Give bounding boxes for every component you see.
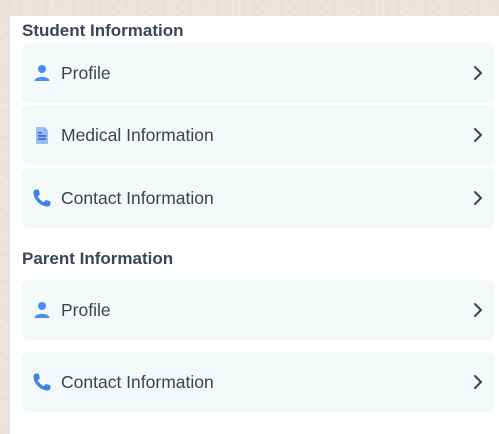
- student-profile-item[interactable]: Profile: [22, 43, 495, 103]
- chevron-right-icon: [471, 302, 485, 318]
- person-icon: [32, 300, 52, 320]
- student-profile-label: Profile: [61, 62, 111, 83]
- student-medical-item[interactable]: Medical Information: [22, 105, 495, 165]
- person-icon: [32, 63, 52, 83]
- parent-contact-item[interactable]: Contact Information: [22, 352, 495, 412]
- phone-icon: [32, 372, 52, 392]
- chevron-right-icon: [471, 65, 485, 81]
- parent-profile-label: Profile: [61, 299, 111, 320]
- parent-profile-item[interactable]: Profile: [22, 280, 495, 340]
- chevron-right-icon: [471, 190, 485, 206]
- phone-icon: [32, 188, 52, 208]
- parent-contact-label: Contact Information: [61, 371, 214, 392]
- student-medical-label: Medical Information: [61, 124, 214, 145]
- chevron-right-icon: [471, 127, 485, 143]
- parent-section-title: Parent Information: [22, 249, 174, 268]
- chevron-right-icon: [471, 374, 485, 390]
- student-contact-label: Contact Information: [61, 187, 214, 208]
- student-contact-item[interactable]: Contact Information: [22, 168, 495, 228]
- student-section-title: Student Information: [22, 21, 184, 40]
- medical-document-icon: [32, 125, 52, 145]
